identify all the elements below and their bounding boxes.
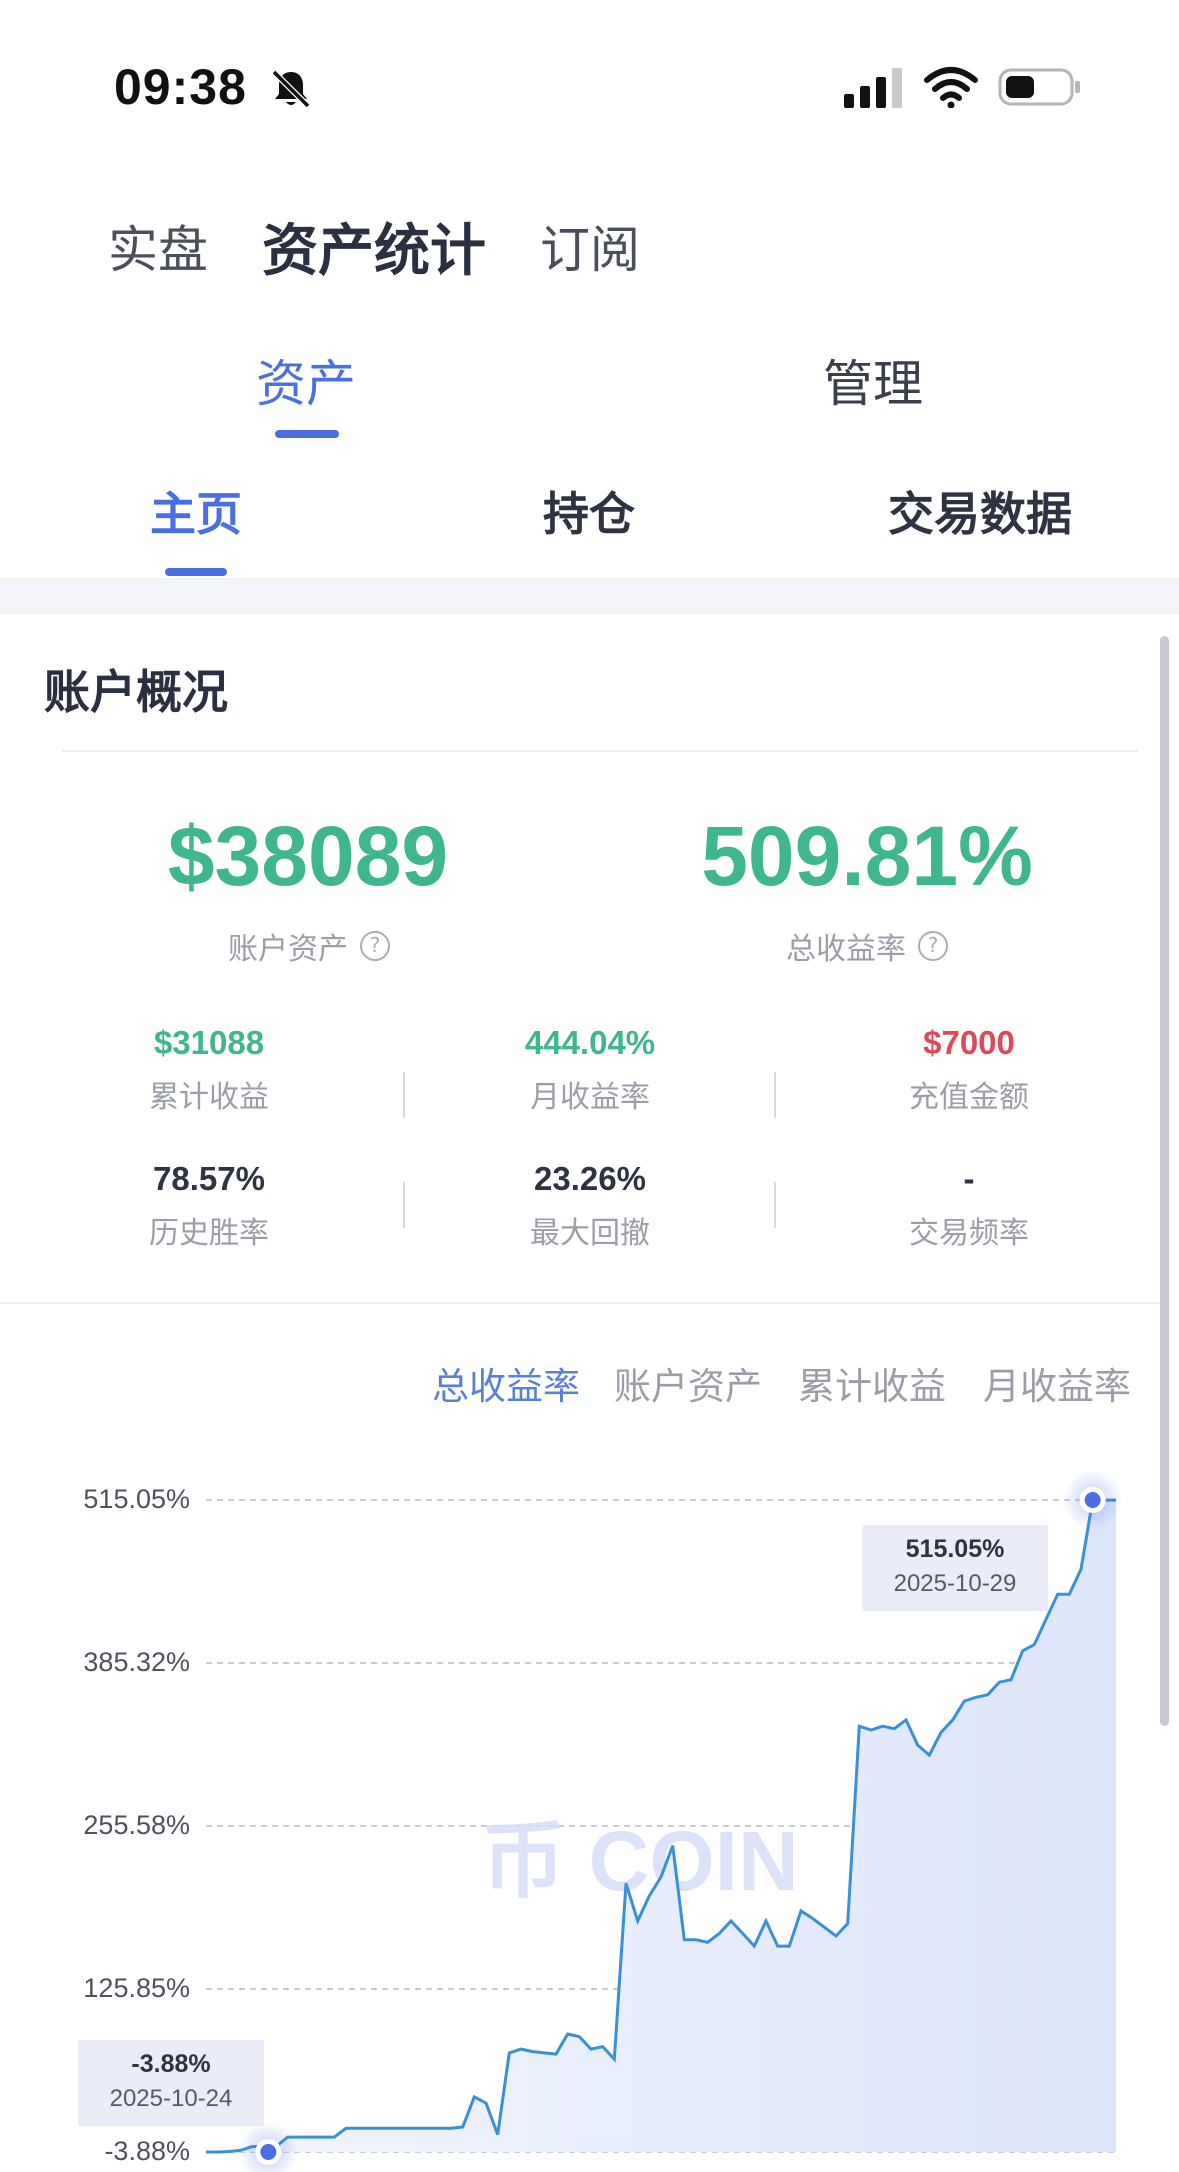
cellular-signal-icon: [844, 68, 902, 108]
battery-icon: [998, 68, 1080, 106]
tooltip-min-value: -3.88%: [131, 2050, 211, 2078]
y-tick-label: 255.58%: [83, 1810, 190, 1840]
status-time: 09:38: [114, 59, 247, 115]
tab-home[interactable]: 主页: [150, 478, 242, 544]
chart-tab-monthly-return[interactable]: 月收益率: [983, 1356, 1131, 1410]
stat-value: $31088: [153, 1024, 265, 1061]
tab-manage[interactable]: 管理: [823, 344, 923, 416]
help-icon[interactable]: ?: [360, 931, 390, 961]
stat-label: 累计收益: [149, 1080, 269, 1115]
tab-home-underline: [165, 568, 227, 576]
stat-trade-frequency: - 交易频率: [819, 1160, 1119, 1252]
stat-label: 交易频率: [909, 1216, 1029, 1251]
stat-value: 23.26%: [534, 1160, 646, 1197]
account-overview-title: 账户概况: [44, 665, 228, 719]
stats-divider: [0, 1302, 1160, 1304]
tab-live[interactable]: 实盘: [108, 210, 208, 282]
tooltip-max-date: 2025-10-29: [893, 1570, 1017, 1597]
account-assets-label: 账户资产 ?: [228, 924, 390, 968]
data-point[interactable]: [260, 2144, 277, 2160]
total-return-value: 509.81%: [701, 809, 1033, 903]
total-return-label-text: 总收益率: [786, 932, 906, 967]
tab-subscribe[interactable]: 订阅: [540, 210, 640, 282]
stat-deposit-amount: $7000 充值金额: [819, 1024, 1119, 1116]
total-return-chart[interactable]: 币 COIN 515.05% 385.32% 255.58% 125.85% -3.88…: [0, 1440, 1179, 2172]
account-assets-label-text: 账户资产: [228, 932, 348, 967]
stat-max-drawdown: 23.26% 最大回撤: [440, 1160, 740, 1252]
stat-cumulative-profit: $31088 累计收益: [59, 1024, 359, 1116]
tooltip-max: 515.05% 2025-10-29: [862, 1525, 1048, 1611]
stat-monthly-return: 444.04% 月收益率: [440, 1024, 740, 1116]
stat-value: 444.04%: [524, 1024, 656, 1061]
chart-tab-account-assets[interactable]: 账户资产: [614, 1356, 762, 1410]
tab-assets[interactable]: 资产: [256, 344, 356, 416]
status-bar: 09:38: [0, 0, 1179, 140]
bell-muted-icon: [271, 69, 311, 109]
overview-divider: [62, 750, 1138, 752]
stat-value: -: [963, 1160, 975, 1197]
stat-value: 78.57%: [153, 1160, 265, 1197]
section-separator: [0, 578, 1179, 614]
stat-value: $7000: [923, 1024, 1015, 1061]
help-icon[interactable]: ?: [918, 931, 948, 961]
tooltip-min: -3.88% 2025-10-24: [78, 2040, 264, 2126]
stat-label: 最大回撤: [530, 1216, 650, 1251]
y-tick-label: -3.88%: [104, 2136, 190, 2166]
y-tick-label: 385.32%: [83, 1646, 190, 1677]
stat-separator: [403, 1072, 405, 1118]
data-point[interactable]: [1084, 1492, 1101, 1508]
tab-positions[interactable]: 持仓: [543, 478, 635, 544]
account-assets-value: $38089: [167, 809, 449, 903]
y-tick-label: 515.05%: [83, 1484, 190, 1514]
stat-separator: [403, 1182, 405, 1228]
tab-assets-underline: [275, 430, 339, 438]
stat-label: 月收益率: [530, 1080, 650, 1115]
stat-separator: [774, 1072, 776, 1118]
stat-label: 历史胜率: [149, 1216, 269, 1251]
total-return-label: 总收益率 ?: [786, 924, 948, 968]
wifi-icon: [924, 67, 978, 108]
y-tick-label: 125.85%: [83, 1973, 190, 2003]
stat-win-rate: 78.57% 历史胜率: [59, 1160, 359, 1252]
stat-label: 充值金额: [909, 1080, 1029, 1115]
stat-separator: [774, 1182, 776, 1228]
tab-asset-stats[interactable]: 资产统计: [262, 206, 486, 287]
chart-tab-cumulative-profit[interactable]: 累计收益: [798, 1356, 946, 1410]
tooltip-max-value: 515.05%: [905, 1535, 1005, 1563]
chart-tab-total-return[interactable]: 总收益率: [432, 1356, 580, 1410]
tooltip-min-date: 2025-10-24: [109, 2085, 233, 2112]
watermark-logo: 币 COIN: [481, 1814, 798, 1908]
tab-trade-data[interactable]: 交易数据: [888, 478, 1072, 544]
